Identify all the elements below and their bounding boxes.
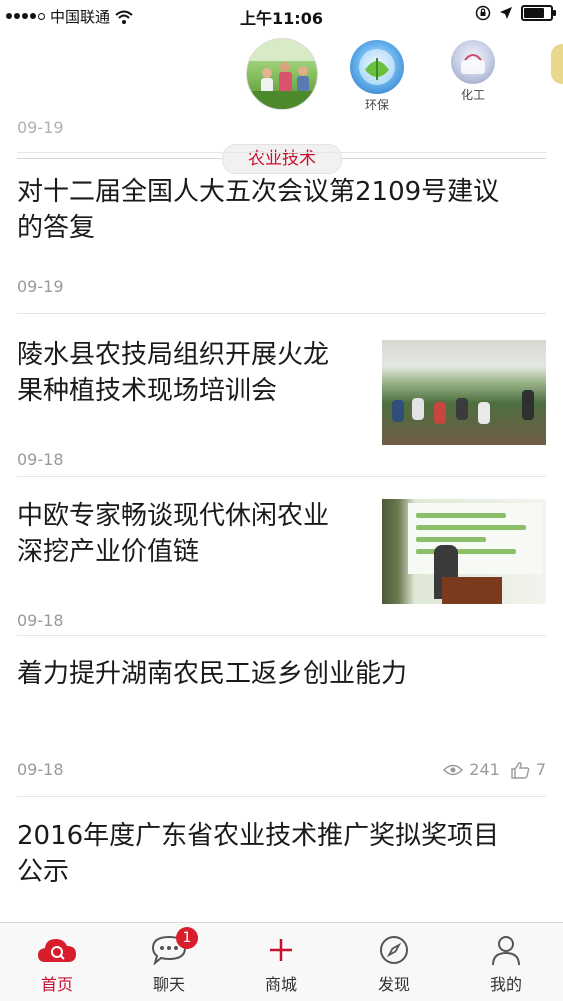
list-item[interactable]: 着力提升湖南农民工返乡创业能力 09-18 241 7 bbox=[17, 636, 546, 797]
tab-chat[interactable]: 1 聊天 bbox=[134, 927, 204, 995]
view-count: 241 bbox=[469, 760, 500, 779]
article-date: 09-19 bbox=[17, 277, 64, 296]
location-arrow-icon bbox=[500, 7, 512, 19]
list-item[interactable]: 2016年度广东省农业技术推广奖拟奖项目 公示 bbox=[17, 797, 546, 922]
article-date: 09-18 bbox=[17, 611, 64, 630]
category-partial[interactable] bbox=[551, 44, 563, 86]
compass-icon bbox=[380, 936, 408, 964]
news-feed[interactable]: 09-19 对十二届全国人大五次会议第2109号建议 的答复 09-19 陵水县… bbox=[0, 118, 563, 922]
article-title: 2016年度广东省农业技术推广奖拟奖项目 公示 bbox=[17, 821, 500, 887]
category-environment[interactable]: 环保 bbox=[350, 40, 404, 113]
list-item[interactable]: 陵水县农技局组织开展火龙 果种植技术现场培训会 09-18 bbox=[17, 314, 546, 477]
plus-icon bbox=[270, 939, 292, 961]
chat-badge: 1 bbox=[176, 927, 198, 949]
tab-home[interactable]: 首页 bbox=[22, 933, 92, 995]
battery-icon bbox=[521, 5, 556, 21]
tab-profile[interactable]: 我的 bbox=[471, 933, 541, 995]
article-title: 对十二届全国人大五次会议第2109号建议 的答复 bbox=[17, 177, 500, 243]
bottom-tab-bar: 首页 1 聊天 商城 发现 我的 bbox=[0, 922, 563, 1001]
article-thumbnail bbox=[382, 340, 546, 445]
article-thumbnail bbox=[382, 499, 546, 604]
category-label-environment: 环保 bbox=[364, 98, 389, 112]
category-chemical[interactable]: 化工 bbox=[451, 40, 495, 103]
clipped-item-date: 09-19 bbox=[17, 118, 64, 137]
tab-mall[interactable]: 商城 bbox=[246, 933, 316, 995]
category-label-chemical: 化工 bbox=[460, 88, 485, 102]
home-cloud-icon bbox=[38, 939, 76, 962]
agriculture-photo-icon bbox=[246, 38, 318, 110]
eye-icon bbox=[443, 764, 464, 775]
article-date: 09-18 bbox=[17, 760, 64, 779]
environment-globe-icon bbox=[350, 40, 404, 94]
article-stats: 241 7 bbox=[443, 760, 546, 779]
orientation-lock-icon bbox=[475, 5, 491, 21]
tab-discover[interactable]: 发现 bbox=[359, 933, 429, 995]
list-item[interactable]: 中欧专家畅谈现代休闲农业 深挖产业价值链 09-18 bbox=[17, 477, 546, 636]
article-title: 着力提升湖南农民工返乡创业能力 bbox=[17, 659, 408, 689]
category-agriculture[interactable] bbox=[246, 38, 318, 112]
thumbs-up-icon[interactable] bbox=[510, 761, 530, 779]
status-right bbox=[475, 5, 556, 21]
partial-category-icon bbox=[551, 44, 563, 84]
person-icon bbox=[492, 936, 520, 966]
like-count: 7 bbox=[535, 760, 546, 779]
article-title: 中欧专家畅谈现代休闲农业 深挖产业价值链 bbox=[17, 501, 330, 567]
article-date: 09-18 bbox=[17, 450, 64, 469]
chemical-icon bbox=[451, 40, 495, 84]
article-title: 陵水县农技局组织开展火龙 果种植技术现场培训会 bbox=[17, 340, 330, 406]
status-bar: 中国联通 上午11:06 bbox=[0, 0, 563, 30]
list-item[interactable]: 对十二届全国人大五次会议第2109号建议 的答复 09-19 bbox=[17, 153, 546, 314]
